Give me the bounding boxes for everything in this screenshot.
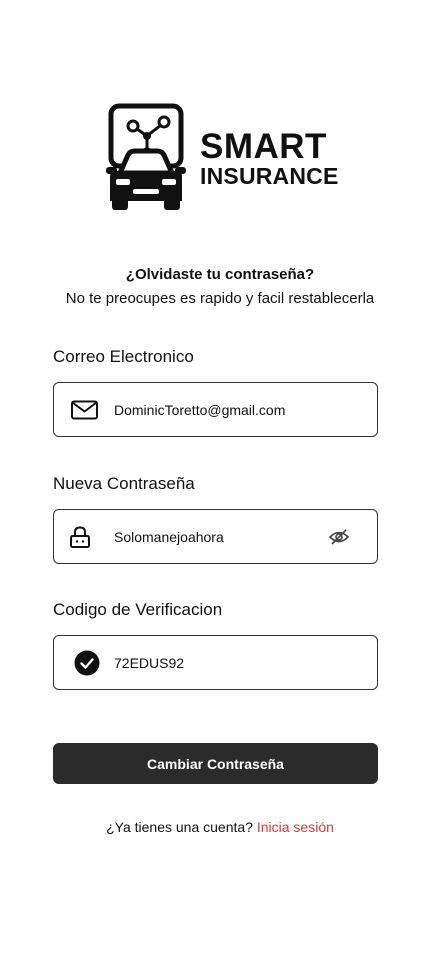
brand-logo: SMART INSURANCE (106, 103, 339, 211)
mail-icon (71, 400, 98, 419)
brand-wordmark: SMART INSURANCE (200, 129, 339, 188)
page-subtitle: No te preocupes es rapido y facil restab… (65, 290, 375, 307)
email-label: Correo Electronico (53, 347, 194, 366)
car-network-logo-icon (106, 103, 186, 210)
page-title: ¿Olvidaste tu contraseña? (125, 266, 315, 283)
login-prompt: ¿Ya tienes una cuenta? Inicia sesión (0, 819, 440, 835)
brand-name-smart: SMART (200, 127, 327, 166)
password-field[interactable] (53, 509, 378, 564)
verification-code-field[interactable] (53, 635, 378, 690)
login-link[interactable]: Inicia sesión (257, 819, 334, 835)
email-input[interactable] (114, 383, 314, 436)
eye-off-icon[interactable] (329, 528, 349, 546)
email-field[interactable] (53, 382, 378, 437)
login-prompt-text: ¿Ya tienes una cuenta? (106, 819, 257, 835)
password-label: Nueva Contraseña (53, 474, 195, 493)
verification-code-input[interactable] (114, 636, 314, 689)
change-password-button[interactable]: Cambiar Contraseña (53, 743, 378, 784)
brand-name-insurance: INSURANCE (200, 163, 339, 189)
password-input[interactable] (114, 510, 314, 563)
lock-icon (70, 525, 90, 548)
forgot-password-screen: SMART INSURANCE ¿Olvidaste tu contraseña… (0, 0, 440, 956)
code-label: Codigo de Verificacion (53, 600, 223, 619)
check-circle-icon (74, 650, 100, 675)
